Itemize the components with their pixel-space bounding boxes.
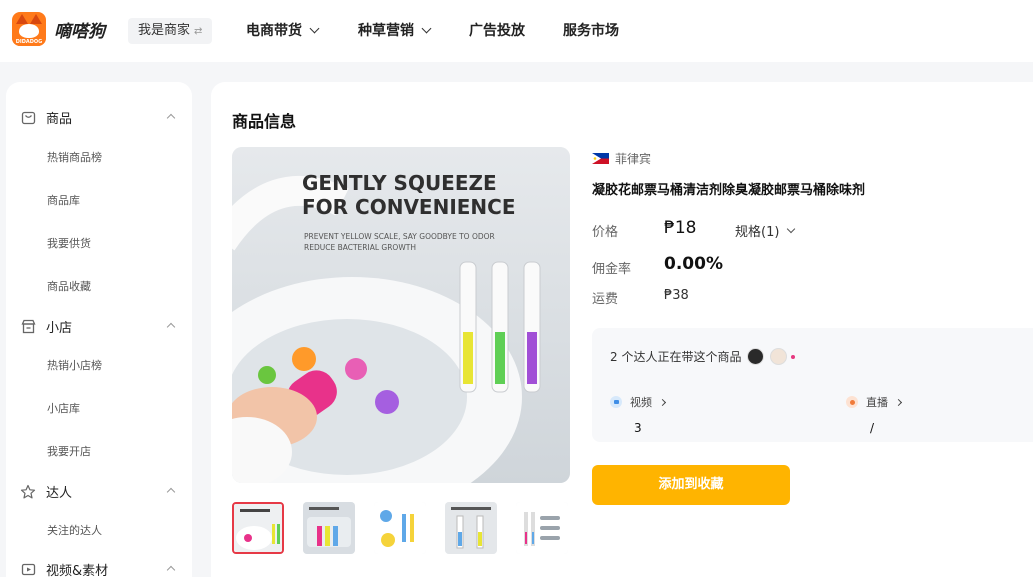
video-icon bbox=[610, 396, 622, 408]
chevron-up-icon[interactable] bbox=[166, 565, 176, 575]
chevron-up-icon[interactable] bbox=[166, 113, 176, 123]
thumbnail-5[interactable] bbox=[516, 502, 568, 554]
nav-service-market[interactable]: 服务市场 bbox=[563, 20, 619, 40]
section-label: 达人 bbox=[46, 486, 73, 501]
nav-label: 服务市场 bbox=[563, 23, 619, 39]
merchant-switch-label: 我是商家 bbox=[138, 23, 191, 38]
promoters-headline: 2 个达人正在带这个商品 bbox=[610, 350, 742, 364]
sidebar-item-store-library[interactable]: 小店库 bbox=[47, 400, 80, 416]
avatar[interactable] bbox=[770, 348, 788, 365]
nav-seeding-marketing[interactable]: 种草营销 bbox=[358, 20, 432, 40]
sidebar-item-product-favorites[interactable]: 商品收藏 bbox=[47, 278, 91, 294]
bag-icon bbox=[20, 110, 36, 126]
video-label: 视频 bbox=[630, 396, 652, 409]
avatar[interactable] bbox=[747, 348, 765, 365]
store-icon bbox=[20, 319, 36, 335]
star-icon bbox=[20, 484, 36, 500]
more-dot-icon bbox=[791, 354, 796, 359]
country-name: 菲律宾 bbox=[615, 152, 652, 166]
video-count: 3 bbox=[634, 421, 642, 435]
chevron-right-icon bbox=[894, 398, 903, 406]
chevron-up-icon[interactable] bbox=[166, 487, 176, 497]
video-channel-link[interactable]: 视频 bbox=[610, 394, 667, 410]
thumbnail-4[interactable] bbox=[445, 502, 497, 554]
sidebar-section-stores[interactable]: 小店 bbox=[20, 317, 72, 336]
hero-subline: PREVENT YELLOW SCALE, SAY GOODBYE TO ODO… bbox=[304, 232, 495, 252]
spec-dropdown[interactable]: 规格(1) bbox=[735, 221, 796, 240]
price-label: 价格 bbox=[592, 225, 619, 240]
sidebar-item-hot-stores[interactable]: 热销小店榜 bbox=[47, 357, 102, 373]
live-count: / bbox=[870, 421, 875, 435]
product-main-image[interactable]: GENTLY SQUEEZE FOR CONVENIENCE PREVENT Y… bbox=[232, 147, 570, 483]
commission-label: 佣金率 bbox=[592, 262, 632, 277]
add-to-favorites-button[interactable]: 添加到收藏 bbox=[592, 465, 790, 505]
product-title: 凝胶花邮票马桶清洁剂除臭凝胶邮票马桶除味剂 bbox=[592, 183, 866, 198]
nav-advertising[interactable]: 广告投放 bbox=[469, 20, 525, 40]
shipping-label: 运费 bbox=[592, 292, 619, 307]
section-label: 小店 bbox=[46, 321, 73, 336]
live-label: 直播 bbox=[866, 396, 888, 409]
thumbnail-2[interactable] bbox=[303, 502, 355, 554]
brand-name: 嘀嗒狗 bbox=[54, 21, 105, 42]
top-header: DIDADOG 嘀嗒狗 我是商家 ⇄ 电商带货 种草营销 广告投放 服务市场 bbox=[0, 0, 1033, 62]
sidebar-item-product-library[interactable]: 商品库 bbox=[47, 192, 80, 208]
live-channel-link[interactable]: 直播 bbox=[846, 394, 903, 410]
hero-headline: GENTLY SQUEEZE FOR CONVENIENCE bbox=[302, 171, 516, 219]
chevron-down-icon bbox=[421, 23, 432, 33]
section-label: 商品 bbox=[46, 112, 73, 127]
sidebar-item-hot-products[interactable]: 热销商品榜 bbox=[47, 149, 102, 165]
thumbnail-3[interactable] bbox=[374, 502, 426, 554]
merchant-switch-button[interactable]: 我是商家 ⇄ bbox=[128, 18, 213, 44]
sidebar-section-creators[interactable]: 达人 bbox=[20, 482, 72, 501]
sidebar-item-supply[interactable]: 我要供货 bbox=[47, 235, 91, 251]
section-label: 视频&素材 bbox=[46, 564, 109, 577]
commission-value: 0.00% bbox=[664, 254, 723, 274]
spec-label: 规格(1) bbox=[735, 225, 780, 240]
promoters-panel: 2 个达人正在带这个商品 视频 3 直播 / bbox=[592, 328, 1033, 442]
thumbnail-1[interactable] bbox=[232, 502, 284, 554]
dog-logo-icon: DIDADOG bbox=[12, 12, 46, 46]
sidebar-item-open-store[interactable]: 我要开店 bbox=[47, 443, 91, 459]
chevron-down-icon bbox=[309, 23, 320, 33]
price-value: ₱18 bbox=[664, 218, 697, 238]
promoters-header: 2 个达人正在带这个商品 bbox=[610, 348, 796, 365]
switch-icon: ⇄ bbox=[194, 26, 203, 37]
philippines-flag-icon bbox=[592, 153, 609, 164]
sidebar-item-followed-creators[interactable]: 关注的达人 bbox=[47, 522, 102, 538]
nav-label: 广告投放 bbox=[469, 23, 525, 39]
nav-label: 电商带货 bbox=[246, 23, 302, 39]
chevron-up-icon[interactable] bbox=[166, 322, 176, 332]
live-icon bbox=[846, 396, 858, 408]
sidebar-section-videos[interactable]: 视频&素材 bbox=[20, 560, 108, 577]
page-title: 商品信息 bbox=[232, 112, 297, 131]
sidebar: 商品 热销商品榜 商品库 我要供货 商品收藏 小店 热销小店榜 小店库 我要开店… bbox=[6, 82, 192, 577]
sidebar-section-products[interactable]: 商品 bbox=[20, 108, 72, 127]
country-tag: 菲律宾 bbox=[592, 150, 651, 167]
chevron-right-icon bbox=[658, 398, 667, 406]
shipping-value: ₱38 bbox=[664, 288, 689, 303]
brand-logo[interactable]: DIDADOG 嘀嗒狗 bbox=[12, 12, 105, 46]
nav-label: 种草营销 bbox=[358, 23, 414, 39]
product-info-card: 商品信息 GENTLY SQUEEZE FOR CONVENIENCE PREV… bbox=[211, 82, 1033, 577]
video-icon bbox=[20, 562, 36, 577]
chevron-down-icon bbox=[787, 224, 796, 233]
nav-ecommerce[interactable]: 电商带货 bbox=[246, 20, 320, 40]
